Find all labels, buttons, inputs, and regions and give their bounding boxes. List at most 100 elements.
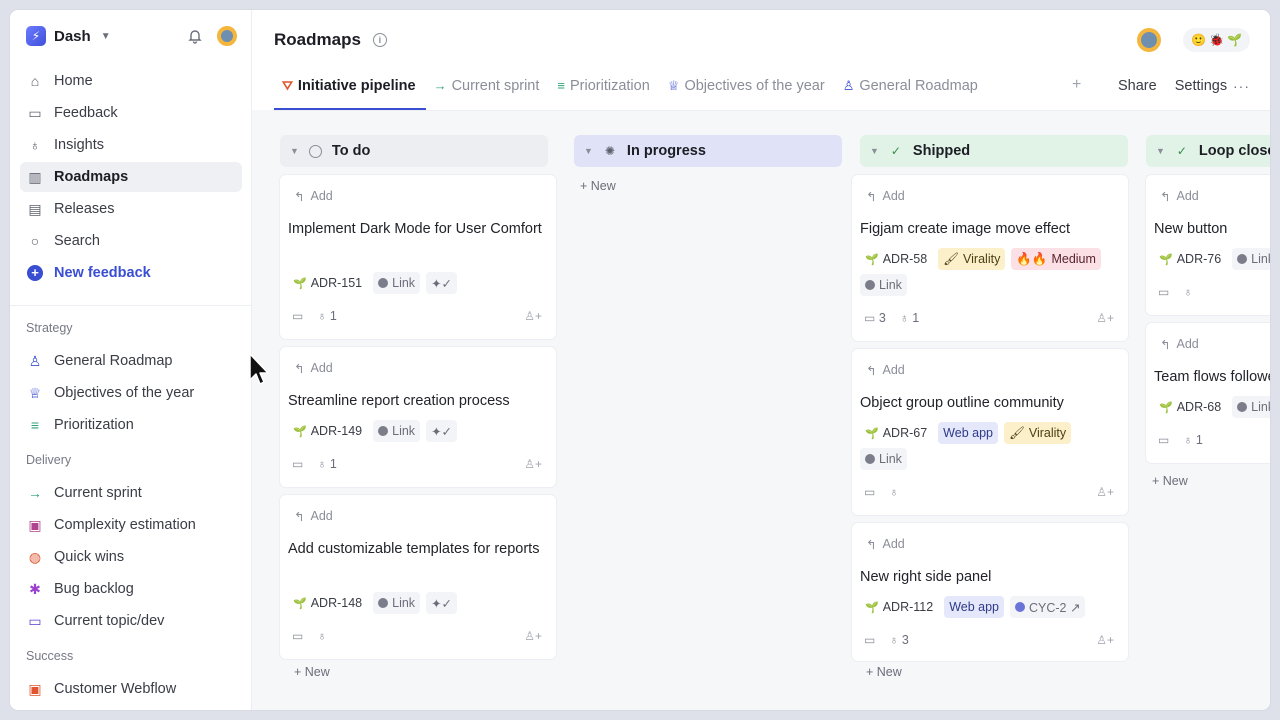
info-icon[interactable]: i	[372, 33, 387, 47]
user-avatar[interactable]	[217, 26, 237, 46]
comment-icon[interactable]: ▭	[292, 309, 303, 323]
assign-user-icon[interactable]: ♙+	[1096, 633, 1114, 647]
nav-item-home[interactable]: ⌂ Home	[20, 66, 242, 96]
comment-icon[interactable]: ▭	[1158, 433, 1169, 447]
insight-count[interactable]: ♁ 3	[889, 633, 908, 647]
add-parent[interactable]: ↰ Add	[866, 363, 905, 378]
ai-check-chip[interactable]: ✦✓	[426, 592, 458, 614]
id-chip[interactable]: 🌱 ADR-148	[288, 592, 368, 614]
nav-item-insights[interactable]: ♁ Insights	[20, 130, 242, 160]
comment-icon[interactable]: ▭	[864, 485, 875, 499]
card[interactable]: ↰ Add Object group outline community 🌱 ADR…	[852, 349, 1128, 515]
card[interactable]: ↰ Add Add customizable templates for repo…	[280, 495, 556, 659]
column-header[interactable]: ▼ To do	[280, 135, 548, 167]
card[interactable]: ↰ Add New button 🌱ADR-76 Link ▭ ♁	[1146, 175, 1270, 315]
column-header[interactable]: ▼ ✺ In progress	[574, 135, 842, 167]
sidebar-item-complexity[interactable]: ▣ Complexity estimation	[20, 510, 242, 540]
new-feedback-button[interactable]: + New feedback	[20, 258, 242, 288]
sidebar-item-bug-backlog[interactable]: ✱ Bug backlog	[20, 574, 242, 604]
nav-item-search[interactable]: ○ Search	[20, 226, 242, 256]
new-card-button[interactable]: + New	[580, 179, 616, 193]
nav-item-roadmaps[interactable]: ▥ Roadmaps	[20, 162, 242, 192]
id-chip[interactable]: 🌱 ADR-149	[288, 420, 368, 442]
comment-icon[interactable]: ▭	[292, 629, 303, 643]
caret-down-icon[interactable]: ▼	[870, 146, 879, 156]
lightbulb-icon[interactable]: ♁	[317, 629, 326, 643]
comment-icon[interactable]: ▭	[864, 633, 875, 647]
caret-down-icon[interactable]: ▼	[290, 146, 299, 156]
id-chip[interactable]: 🌱 ADR-151	[288, 272, 368, 294]
card[interactable]: ↰ Add New right side panel 🌱 ADR-112 Web a…	[852, 523, 1128, 661]
link-chip[interactable]: Link	[1232, 248, 1270, 270]
id-chip[interactable]: 🌱 ADR-68	[1154, 396, 1227, 418]
add-parent[interactable]: ↰ Add	[294, 361, 333, 376]
ai-check-chip[interactable]: ✦✓	[426, 272, 458, 294]
add-parent[interactable]: ↰ Add	[294, 509, 333, 524]
sidebar-item-current-sprint[interactable]: → Current sprint	[20, 478, 242, 508]
id-chip[interactable]: 🌱 ADR-67	[860, 422, 933, 444]
insight-count[interactable]: ♁ 1	[317, 457, 336, 471]
share-button[interactable]: Share	[1118, 78, 1157, 94]
id-chip[interactable]: 🌱 ADR-76	[1154, 248, 1227, 270]
column-header[interactable]: ▼ ✓ Shipped	[860, 135, 1128, 167]
insight-count[interactable]: ♁ 1	[1183, 433, 1202, 447]
sidebar-item-objectives[interactable]: ♕ Objectives of the year	[20, 378, 242, 408]
header-avatar[interactable]	[1137, 28, 1162, 52]
add-parent[interactable]: ↰ Add	[1160, 189, 1199, 204]
add-parent[interactable]: ↰ Add	[294, 189, 333, 204]
nav-item-feedback[interactable]: ▭ Feedback	[20, 98, 242, 128]
link-chip[interactable]: Link	[373, 420, 421, 442]
link-chip[interactable]: Link	[373, 272, 421, 294]
add-tab-icon[interactable]: +	[1072, 76, 1081, 94]
nav-item-releases[interactable]: ▤ Releases	[20, 194, 242, 224]
more-icon[interactable]: ···	[1233, 78, 1250, 94]
sidebar-item-prioritization[interactable]: ≡ Prioritization	[20, 410, 242, 440]
tag-chip[interactable]: Web app	[938, 422, 998, 444]
new-card-button[interactable]: + New	[1152, 474, 1188, 488]
card[interactable]: ↰ Add Team flows followe 🌱ADR-68 Link ▭ ♁…	[1146, 323, 1270, 463]
caret-down-icon[interactable]: ▼	[1156, 146, 1165, 156]
tag-chip[interactable]: 🖌 Virality	[938, 248, 1006, 270]
new-card-button[interactable]: + New	[294, 665, 330, 679]
assign-user-icon[interactable]: ♙+	[524, 457, 542, 471]
assign-user-icon[interactable]: ♙+	[524, 309, 542, 323]
link-chip[interactable]: Link	[373, 592, 421, 614]
comment-count[interactable]: ▭ 3	[864, 311, 886, 325]
column-header[interactable]: ▼ ✓ Loop closed	[1146, 135, 1270, 167]
insight-count[interactable]: ♁ 1	[900, 311, 919, 325]
new-card-button[interactable]: + New	[866, 665, 902, 679]
card[interactable]: ↰ Add Implement Dark Mode for User Comfor…	[280, 175, 556, 339]
workspace-switcher[interactable]: ⚡ Dash ▼	[26, 26, 111, 46]
ai-check-chip[interactable]: ✦✓	[426, 420, 458, 442]
add-parent[interactable]: ↰ Add	[866, 189, 905, 204]
lightbulb-icon[interactable]: ♁	[1183, 285, 1192, 299]
sidebar-item-quick-wins[interactable]: ◍ Quick wins	[20, 542, 242, 572]
cycle-chip[interactable]: CYC-2 ↗	[1010, 596, 1086, 618]
tab-current-sprint[interactable]: → Current sprint	[426, 74, 550, 110]
sidebar-item-general-roadmap[interactable]: ♙ General Roadmap	[20, 346, 242, 376]
id-chip[interactable]: 🌱 ADR-58	[860, 248, 933, 270]
assign-user-icon[interactable]: ♙+	[1096, 485, 1114, 499]
tab-general-roadmap[interactable]: ♙ General Roadmap	[835, 74, 988, 110]
tag-chip[interactable]: 🖌 Virality	[1003, 422, 1072, 444]
lightbulb-icon[interactable]: ♁	[889, 485, 898, 499]
caret-down-icon[interactable]: ▼	[584, 146, 593, 156]
insight-count[interactable]: ♁ 1	[317, 309, 336, 323]
link-chip[interactable]: Link	[860, 448, 907, 470]
card[interactable]: ↰ Add Streamline report creation process …	[280, 347, 556, 487]
settings-button[interactable]: Settings	[1175, 78, 1227, 94]
comment-icon[interactable]: ▭	[1158, 285, 1169, 299]
card[interactable]: ↰ Add Figjam create image move effect 🌱 AD…	[852, 175, 1128, 341]
add-parent[interactable]: ↰ Add	[1160, 337, 1199, 352]
tag-chip[interactable]: Web app	[944, 596, 1004, 618]
sidebar-item-current-topic[interactable]: ▭ Current topic/dev	[20, 606, 242, 636]
link-chip[interactable]: Link	[860, 274, 907, 296]
link-chip[interactable]: Link	[1232, 396, 1270, 418]
assign-user-icon[interactable]: ♙+	[524, 629, 542, 643]
sidebar-item-customer-webflow[interactable]: ▣ Customer Webflow	[20, 674, 242, 704]
tab-prioritization[interactable]: ≡ Prioritization	[549, 74, 659, 110]
reactions-pill[interactable]: 🙂 🐞 🌱	[1183, 28, 1250, 52]
id-chip[interactable]: 🌱 ADR-112	[860, 596, 939, 618]
tab-objectives[interactable]: ♕ Objectives of the year	[660, 74, 835, 110]
tab-initiative-pipeline[interactable]: ⛛ Initiative pipeline	[274, 74, 426, 110]
